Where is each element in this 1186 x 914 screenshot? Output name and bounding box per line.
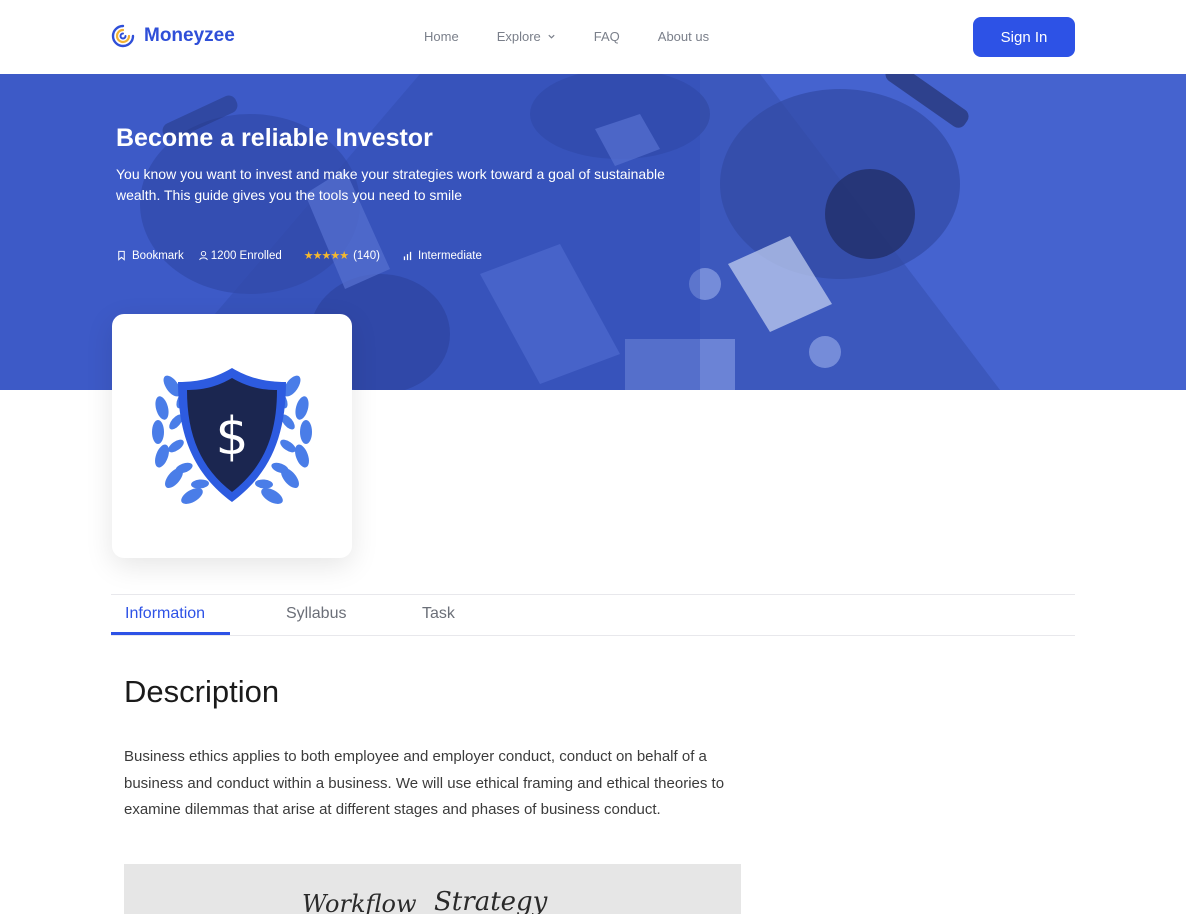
nav-link-about[interactable]: About us <box>658 29 709 44</box>
brand-name: Moneyzee <box>144 25 235 46</box>
bookmark-icon <box>118 250 125 261</box>
nav-link-label: FAQ <box>593 29 620 44</box>
hero-title: Become a reliable Investor <box>116 124 433 152</box>
image-text-workflow: Workflow <box>302 890 417 914</box>
description-text: Business ethics applies to both employee… <box>124 748 725 818</box>
nav-link-faq[interactable]: FAQ <box>594 29 620 44</box>
whiteboard-image: Workflow Strategy <box>124 864 741 914</box>
enrolled-label: 1200 Enrolled <box>210 249 282 262</box>
course-level: Intermediate <box>402 250 482 262</box>
tab-syllabus[interactable]: Syllabus <box>286 605 346 623</box>
tab-information[interactable]: Information <box>125 605 205 623</box>
user-icon <box>198 251 208 261</box>
bookmark-button[interactable]: Bookmark <box>116 250 184 262</box>
description-image: Workflow Strategy <box>124 864 741 914</box>
enrolled-count: 1200 Enrolled <box>198 250 282 262</box>
sign-in-button[interactable]: Sign In <box>973 17 1075 57</box>
chevron-down-icon <box>548 34 555 39</box>
top-navbar: Moneyzee Home Explore FAQ About us Sign … <box>0 0 1186 74</box>
description-heading: Description <box>124 674 280 709</box>
course-meta: Bookmark 1200 Enrolled ★★★★★ (140) Inter… <box>116 249 496 262</box>
bookmark-label: Bookmark <box>132 249 184 262</box>
course-tabs: Information Syllabus Task <box>111 594 1075 636</box>
active-tab-indicator <box>111 632 230 635</box>
bar-level-icon <box>403 251 412 261</box>
nav-link-label: Home <box>424 29 459 44</box>
spiral-logo-icon <box>111 24 135 48</box>
dollar-shield-laurel-icon: $ <box>152 368 312 504</box>
tab-task[interactable]: Task <box>422 605 455 623</box>
nav-link-label: About us <box>657 29 710 44</box>
brand-logo[interactable]: Moneyzee <box>110 23 235 49</box>
svg-text:$: $ <box>215 407 248 467</box>
nav-links: Home Explore FAQ About us <box>424 29 747 44</box>
course-rating: ★★★★★ (140) <box>303 249 380 263</box>
nav-link-label: Explore <box>496 29 541 44</box>
course-badge-card: $ <box>112 314 352 558</box>
rating-stars: ★★★★★ <box>303 250 349 262</box>
rating-count: (140) <box>353 249 380 262</box>
level-label: Intermediate <box>417 249 482 262</box>
nav-link-home[interactable]: Home <box>424 29 459 44</box>
nav-link-explore[interactable]: Explore <box>497 29 556 44</box>
hero-subtitle: You know you want to invest and make you… <box>116 166 665 203</box>
image-text-strategy: Strategy <box>434 887 548 914</box>
